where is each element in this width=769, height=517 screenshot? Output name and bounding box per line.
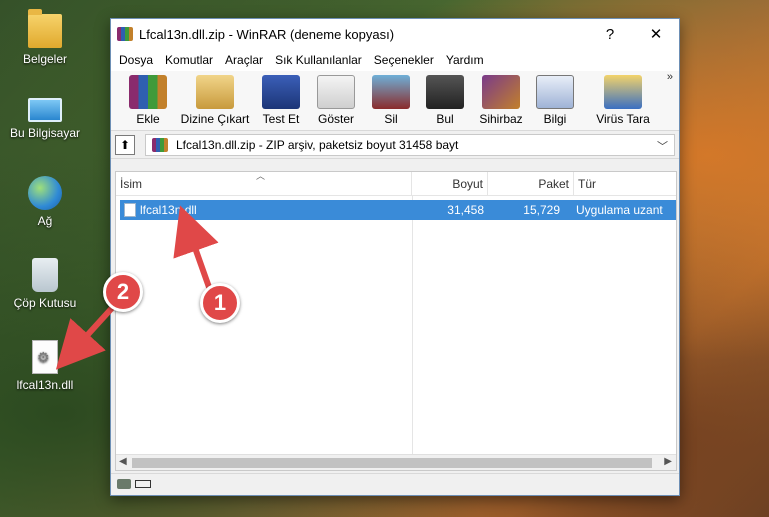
dll-file-icon: [124, 203, 136, 217]
scroll-left-icon[interactable]: ◀: [119, 456, 127, 467]
desktop-icon-label: Belgeler: [22, 52, 68, 66]
scroll-right-icon[interactable]: ▶: [664, 456, 672, 467]
add-archive-icon: [129, 75, 167, 109]
wizard-icon: [482, 75, 520, 109]
desktop-icon-documents[interactable]: Belgeler: [0, 9, 90, 66]
desktop-icon-this-pc[interactable]: Bu Bilgisayar: [0, 92, 90, 140]
toolbar-extract-button[interactable]: Dizine Çıkart: [179, 75, 251, 126]
find-icon: [426, 75, 464, 109]
toolbar-label: Bilgi: [543, 112, 567, 126]
toolbar-view-button[interactable]: Göster: [311, 75, 361, 126]
file-list-header: ︿ İsim Boyut Paket Tür: [116, 171, 676, 196]
toolbar-more-icon[interactable]: »: [667, 71, 673, 83]
status-bar: [111, 473, 679, 495]
file-size-cell: 31,458: [414, 200, 490, 220]
network-icon: [28, 176, 62, 210]
file-packed-cell: 15,729: [490, 200, 566, 220]
toolbar-label: Bul: [436, 112, 454, 126]
archive-path-text: Lfcal13n.dll.zip - ZIP arşiv, paketsiz b…: [176, 137, 459, 152]
table-row[interactable]: lfcal13n.dll 31,458 15,729 Uygulama uzan…: [120, 200, 676, 220]
up-folder-button[interactable]: ⬆: [115, 134, 135, 155]
file-list: ︿ İsim Boyut Paket Tür lfcal13n.dll 31,4…: [115, 171, 677, 471]
toolbar-label: Sihirbaz: [479, 112, 523, 126]
step-badge-2: 2: [103, 272, 143, 312]
desktop-icon-network[interactable]: Ağ: [0, 176, 90, 228]
desktop-icon-label: lfcal13n.dll: [16, 378, 74, 392]
chevron-down-icon[interactable]: ﹀: [657, 138, 668, 154]
menu-file[interactable]: Dosya: [113, 53, 159, 67]
toolbar-label: Göster: [317, 112, 354, 126]
menu-tools[interactable]: Araçlar: [219, 53, 269, 67]
winrar-icon: [117, 27, 133, 41]
window-title: Lfcal13n.dll.zip - WinRAR (deneme kopyas…: [139, 26, 395, 42]
menu-help[interactable]: Yardım: [440, 53, 490, 67]
close-button[interactable]: ✕: [633, 19, 679, 49]
toolbar: Ekle Dizine Çıkart Test Et Göster Sil Bu…: [111, 71, 679, 131]
menu-commands[interactable]: Komutlar: [159, 53, 219, 67]
menu-options[interactable]: Seçenekler: [368, 53, 440, 67]
toolbar-label: Ekle: [136, 112, 160, 126]
toolbar-virus-scan-button[interactable]: Virüs Tara: [591, 75, 655, 126]
file-type-cell: Uygulama uzant: [566, 200, 676, 220]
drive-icon: [117, 479, 131, 489]
recycle-bin-icon: [32, 258, 58, 292]
view-icon: [317, 75, 355, 109]
toolbar-find-button[interactable]: Bul: [423, 75, 467, 126]
help-button[interactable]: ?: [587, 19, 633, 49]
column-header-size[interactable]: Boyut: [412, 172, 488, 196]
toolbar-label: Dizine Çıkart: [180, 112, 250, 126]
archive-path-field[interactable]: Lfcal13n.dll.zip - ZIP arşiv, paketsiz b…: [145, 133, 675, 156]
desktop-icon-label: Çöp Kutusu: [13, 296, 77, 310]
column-header-type[interactable]: Tür: [574, 172, 676, 196]
winrar-window: Lfcal13n.dll.zip - WinRAR (deneme kopyas…: [110, 18, 680, 496]
toolbar-wizard-button[interactable]: Sihirbaz: [475, 75, 527, 126]
test-icon: [262, 75, 300, 109]
extract-to-icon: [196, 75, 234, 109]
toolbar-add-button[interactable]: Ekle: [121, 75, 175, 126]
info-icon: [536, 75, 574, 109]
toolbar-info-button[interactable]: Bilgi: [533, 75, 577, 126]
desktop-icon-recycle-bin[interactable]: Çöp Kutusu: [0, 258, 90, 310]
desktop-icon-dll-file[interactable]: lfcal13n.dll: [0, 340, 90, 392]
zip-archive-icon: [152, 137, 168, 152]
file-name: lfcal13n.dll: [140, 203, 197, 217]
toolbar-delete-button[interactable]: Sil: [369, 75, 413, 126]
menu-favorites[interactable]: Sık Kullanılanlar: [269, 53, 368, 67]
toolbar-test-button[interactable]: Test Et: [257, 75, 305, 126]
key-icon: [135, 480, 151, 488]
folder-icon: [28, 9, 62, 48]
delete-icon: [372, 75, 410, 109]
menu-bar: Dosya Komutlar Araçlar Sık Kullanılanlar…: [111, 49, 679, 71]
up-arrow-icon: ⬆: [119, 137, 131, 152]
toolbar-label: Virüs Tara: [596, 112, 650, 126]
desktop-icon-label: Bu Bilgisayar: [9, 126, 81, 140]
file-name-cell: lfcal13n.dll: [120, 200, 414, 220]
sort-ascending-icon: ︿: [256, 171, 266, 181]
column-header-packed[interactable]: Paket: [488, 172, 574, 196]
virus-scan-icon: [604, 75, 642, 109]
column-divider: [412, 196, 413, 458]
title-bar[interactable]: Lfcal13n.dll.zip - WinRAR (deneme kopyas…: [111, 19, 679, 49]
dll-file-icon: [32, 340, 58, 374]
scrollbar-thumb[interactable]: [132, 458, 652, 468]
computer-icon: [28, 98, 62, 122]
step-badge-1: 1: [200, 283, 240, 323]
horizontal-scrollbar[interactable]: ◀ ▶: [116, 454, 676, 470]
address-bar: ⬆ Lfcal13n.dll.zip - ZIP arşiv, paketsiz…: [111, 131, 679, 159]
toolbar-label: Sil: [384, 112, 398, 126]
toolbar-label: Test Et: [262, 112, 300, 126]
desktop-icon-label: Ağ: [37, 214, 53, 228]
